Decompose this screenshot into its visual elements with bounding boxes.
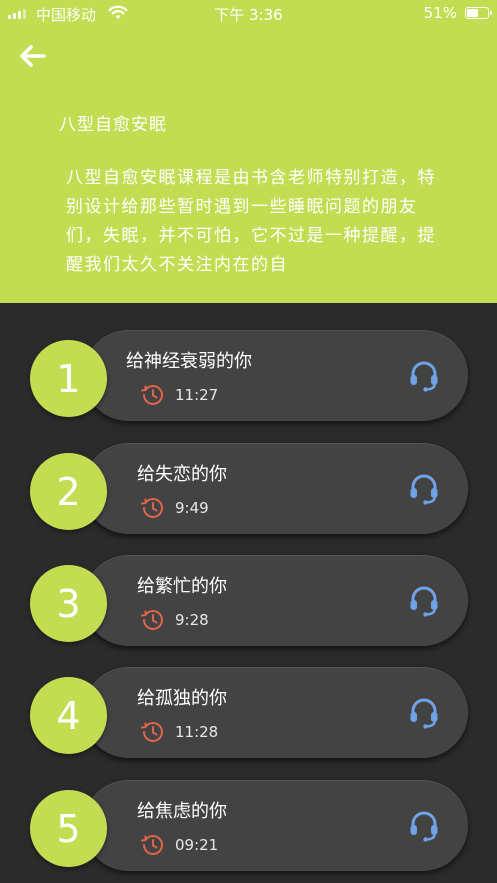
track-number: 1 xyxy=(30,340,107,417)
headphone-icon[interactable] xyxy=(406,357,442,393)
course-description: 八型自愈安眠课程是由书含老师特别打造，特别设计给那些暂时遇到一些睡眠问题的朋友们… xyxy=(66,168,436,275)
track-item[interactable]: 2 给失恋的你 9:49 xyxy=(30,443,470,538)
track-title: 给孤独的你 xyxy=(137,688,227,709)
track-title: 给失恋的你 xyxy=(137,464,227,485)
history-clock-icon xyxy=(141,835,163,855)
headphone-icon[interactable] xyxy=(406,807,442,843)
headphone-icon[interactable] xyxy=(406,694,442,730)
track-item[interactable]: 1 给神经衰弱的你 11:27 xyxy=(30,330,470,425)
course-header: 中国移动 下午 3:36 51% 八型自愈安眠 八型自愈安眠课程是由书含老师特别… xyxy=(0,0,497,303)
track-number: 2 xyxy=(30,453,107,530)
battery-percent: 51% xyxy=(423,4,457,22)
track-number: 3 xyxy=(30,565,107,642)
headphone-icon[interactable] xyxy=(406,470,442,506)
battery-icon xyxy=(465,7,492,19)
status-time: 下午 3:36 xyxy=(214,6,283,24)
history-clock-icon xyxy=(141,385,163,405)
history-clock-icon xyxy=(141,722,163,742)
track-duration: 09:21 xyxy=(175,836,219,854)
headphone-icon[interactable] xyxy=(406,582,442,618)
track-item[interactable]: 3 给繁忙的你 9:28 xyxy=(30,555,470,650)
track-duration: 9:28 xyxy=(175,611,209,629)
track-number: 5 xyxy=(30,790,107,867)
track-title: 给繁忙的你 xyxy=(137,576,227,597)
track-title: 给焦虑的你 xyxy=(137,801,227,822)
track-title: 给神经衰弱的你 xyxy=(126,351,252,372)
track-number: 4 xyxy=(30,677,107,754)
back-arrow-icon[interactable] xyxy=(14,40,50,72)
track-duration: 9:49 xyxy=(175,499,209,517)
track-item[interactable]: 4 给孤独的你 11:28 xyxy=(30,667,470,762)
status-bar: 中国移动 下午 3:36 51% xyxy=(0,0,497,28)
history-clock-icon xyxy=(141,498,163,518)
track-item[interactable]: 5 给焦虑的你 09:21 xyxy=(30,780,470,875)
history-clock-icon xyxy=(141,610,163,630)
track-duration: 11:28 xyxy=(175,723,219,741)
course-title: 八型自愈安眠 xyxy=(59,115,167,135)
track-duration: 11:27 xyxy=(175,386,219,404)
